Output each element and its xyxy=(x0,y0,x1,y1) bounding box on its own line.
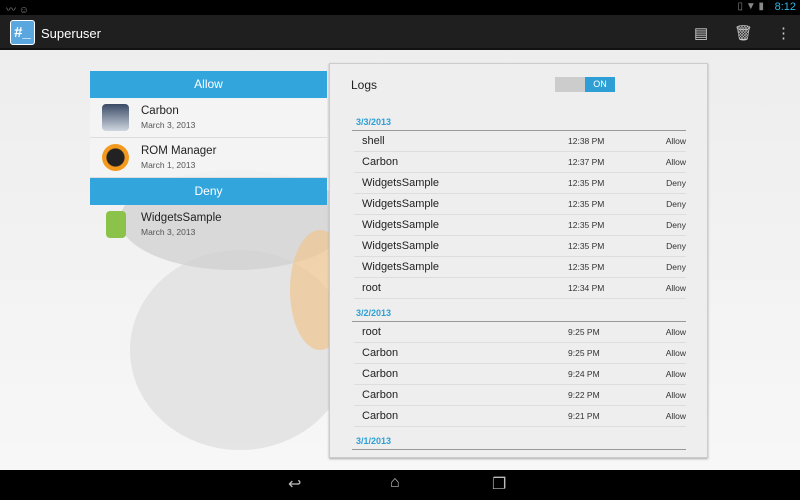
carbon-app-icon xyxy=(102,104,129,131)
log-row[interactable]: shell 12:38 PM Allow xyxy=(354,131,686,152)
log-row[interactable]: Carbon 12:37 PM Allow xyxy=(354,152,686,173)
logs-label: Logs xyxy=(351,78,378,92)
log-row[interactable]: Carbon 9:24 PM Allow xyxy=(354,364,686,385)
app-item[interactable]: ROM Manager March 1, 2013 xyxy=(90,138,327,178)
toggle-state: ON xyxy=(585,77,615,92)
log-row[interactable]: WidgetsSample 12:35 PM Deny xyxy=(354,194,686,215)
navigation-bar: ↩ ⌂ ❐ xyxy=(0,470,800,500)
log-status: Deny xyxy=(666,262,686,272)
back-icon[interactable]: ↩ xyxy=(288,474,301,494)
log-app: WidgetsSample xyxy=(362,198,440,210)
allow-header: Allow xyxy=(90,71,327,98)
app-name: ROM Manager xyxy=(141,145,217,157)
system-icons: ▯ ▼ ▮ xyxy=(737,1,764,12)
app-date: March 1, 2013 xyxy=(141,160,196,170)
log-status: Allow xyxy=(665,411,686,421)
delete-icon[interactable]: 🗑 xyxy=(734,24,753,42)
app-date: March 3, 2013 xyxy=(141,120,196,130)
log-time: 9:24 PM xyxy=(568,369,600,379)
status-bar: 〰 ☺ ▯ ▼ ▮ 8:12 xyxy=(0,0,800,16)
log-status: Deny xyxy=(666,220,686,230)
notification-icons: 〰 ☺ xyxy=(6,5,29,16)
deny-header: Deny xyxy=(90,178,327,205)
log-date-header: 3/2/2013 xyxy=(352,305,686,322)
logs-list[interactable]: 3/3/2013 shell 12:38 PM Allow Carbon 12:37 PM… xyxy=(352,114,686,450)
recents-icon[interactable]: ❐ xyxy=(492,474,506,494)
android-app-icon xyxy=(106,211,126,238)
log-app: root xyxy=(362,282,381,294)
log-time: 12:35 PM xyxy=(568,178,605,188)
log-time: 12:35 PM xyxy=(568,241,605,251)
app-logo[interactable]: #_ xyxy=(10,20,35,45)
overflow-menu-icon[interactable]: ⋮ xyxy=(776,24,791,42)
clock: 8:12 xyxy=(774,1,796,13)
log-status: Deny xyxy=(666,178,686,188)
log-time: 12:35 PM xyxy=(568,262,605,272)
app-title: Superuser xyxy=(41,26,101,41)
logs-panel: Logs ON 3/3/2013 shell 12:38 PM Allow Carbon… xyxy=(329,63,708,458)
log-status: Allow xyxy=(665,283,686,293)
log-row[interactable]: Carbon 9:25 PM Allow xyxy=(354,343,686,364)
log-time: 12:38 PM xyxy=(568,136,605,146)
rom-manager-icon xyxy=(102,144,129,171)
log-status: Deny xyxy=(666,241,686,251)
log-status: Deny xyxy=(666,199,686,209)
home-icon[interactable]: ⌂ xyxy=(390,474,400,492)
log-app: Carbon xyxy=(362,410,399,422)
log-status: Allow xyxy=(665,157,686,167)
log-time: 12:34 PM xyxy=(568,283,605,293)
log-time: 9:25 PM xyxy=(568,327,600,337)
log-row[interactable]: WidgetsSample 12:35 PM Deny xyxy=(354,215,686,236)
log-app: Carbon xyxy=(362,368,399,380)
log-row[interactable]: root 12:34 PM Allow xyxy=(354,278,686,299)
log-status: Allow xyxy=(665,348,686,358)
log-row[interactable]: WidgetsSample 12:35 PM Deny xyxy=(354,236,686,257)
log-icon[interactable]: ▤ xyxy=(694,24,708,42)
log-date-header: 3/3/2013 xyxy=(352,114,686,131)
log-app: WidgetsSample xyxy=(362,240,440,252)
log-time: 9:25 PM xyxy=(568,348,600,358)
log-row[interactable]: root 9:25 PM Allow xyxy=(354,322,686,343)
log-time: 12:37 PM xyxy=(568,157,605,167)
app-date: March 3, 2013 xyxy=(141,227,196,237)
log-row[interactable]: Carbon 9:21 PM Allow xyxy=(354,406,686,427)
log-app: Carbon xyxy=(362,389,399,401)
app-list: Allow Carbon March 3, 2013 ROM Manager M… xyxy=(90,71,327,245)
log-status: Allow xyxy=(665,369,686,379)
log-app: Carbon xyxy=(362,156,399,168)
log-date-header: 3/1/2013 xyxy=(352,433,686,450)
log-row[interactable]: WidgetsSample 12:35 PM Deny xyxy=(354,257,686,278)
log-time: 12:35 PM xyxy=(568,220,605,230)
log-app: WidgetsSample xyxy=(362,219,440,231)
log-app: root xyxy=(362,326,381,338)
log-time: 9:22 PM xyxy=(568,390,600,400)
log-app: WidgetsSample xyxy=(362,261,440,273)
log-row[interactable]: Carbon 9:22 PM Allow xyxy=(354,385,686,406)
log-status: Allow xyxy=(665,136,686,146)
log-status: Allow xyxy=(665,327,686,337)
app-item[interactable]: Carbon March 3, 2013 xyxy=(90,98,327,138)
app-name: Carbon xyxy=(141,105,179,117)
app-name: WidgetsSample xyxy=(141,212,222,224)
log-app: Carbon xyxy=(362,347,399,359)
app-item[interactable]: WidgetsSample March 3, 2013 xyxy=(90,205,327,245)
log-row[interactable]: WidgetsSample 12:35 PM Deny xyxy=(354,173,686,194)
log-time: 9:21 PM xyxy=(568,411,600,421)
logs-toggle[interactable]: ON xyxy=(555,77,615,92)
action-bar: #_ Superuser ▤ 🗑 ⋮ xyxy=(0,15,800,50)
log-status: Allow xyxy=(665,390,686,400)
log-time: 12:35 PM xyxy=(568,199,605,209)
log-app: shell xyxy=(362,135,385,147)
log-app: WidgetsSample xyxy=(362,177,440,189)
